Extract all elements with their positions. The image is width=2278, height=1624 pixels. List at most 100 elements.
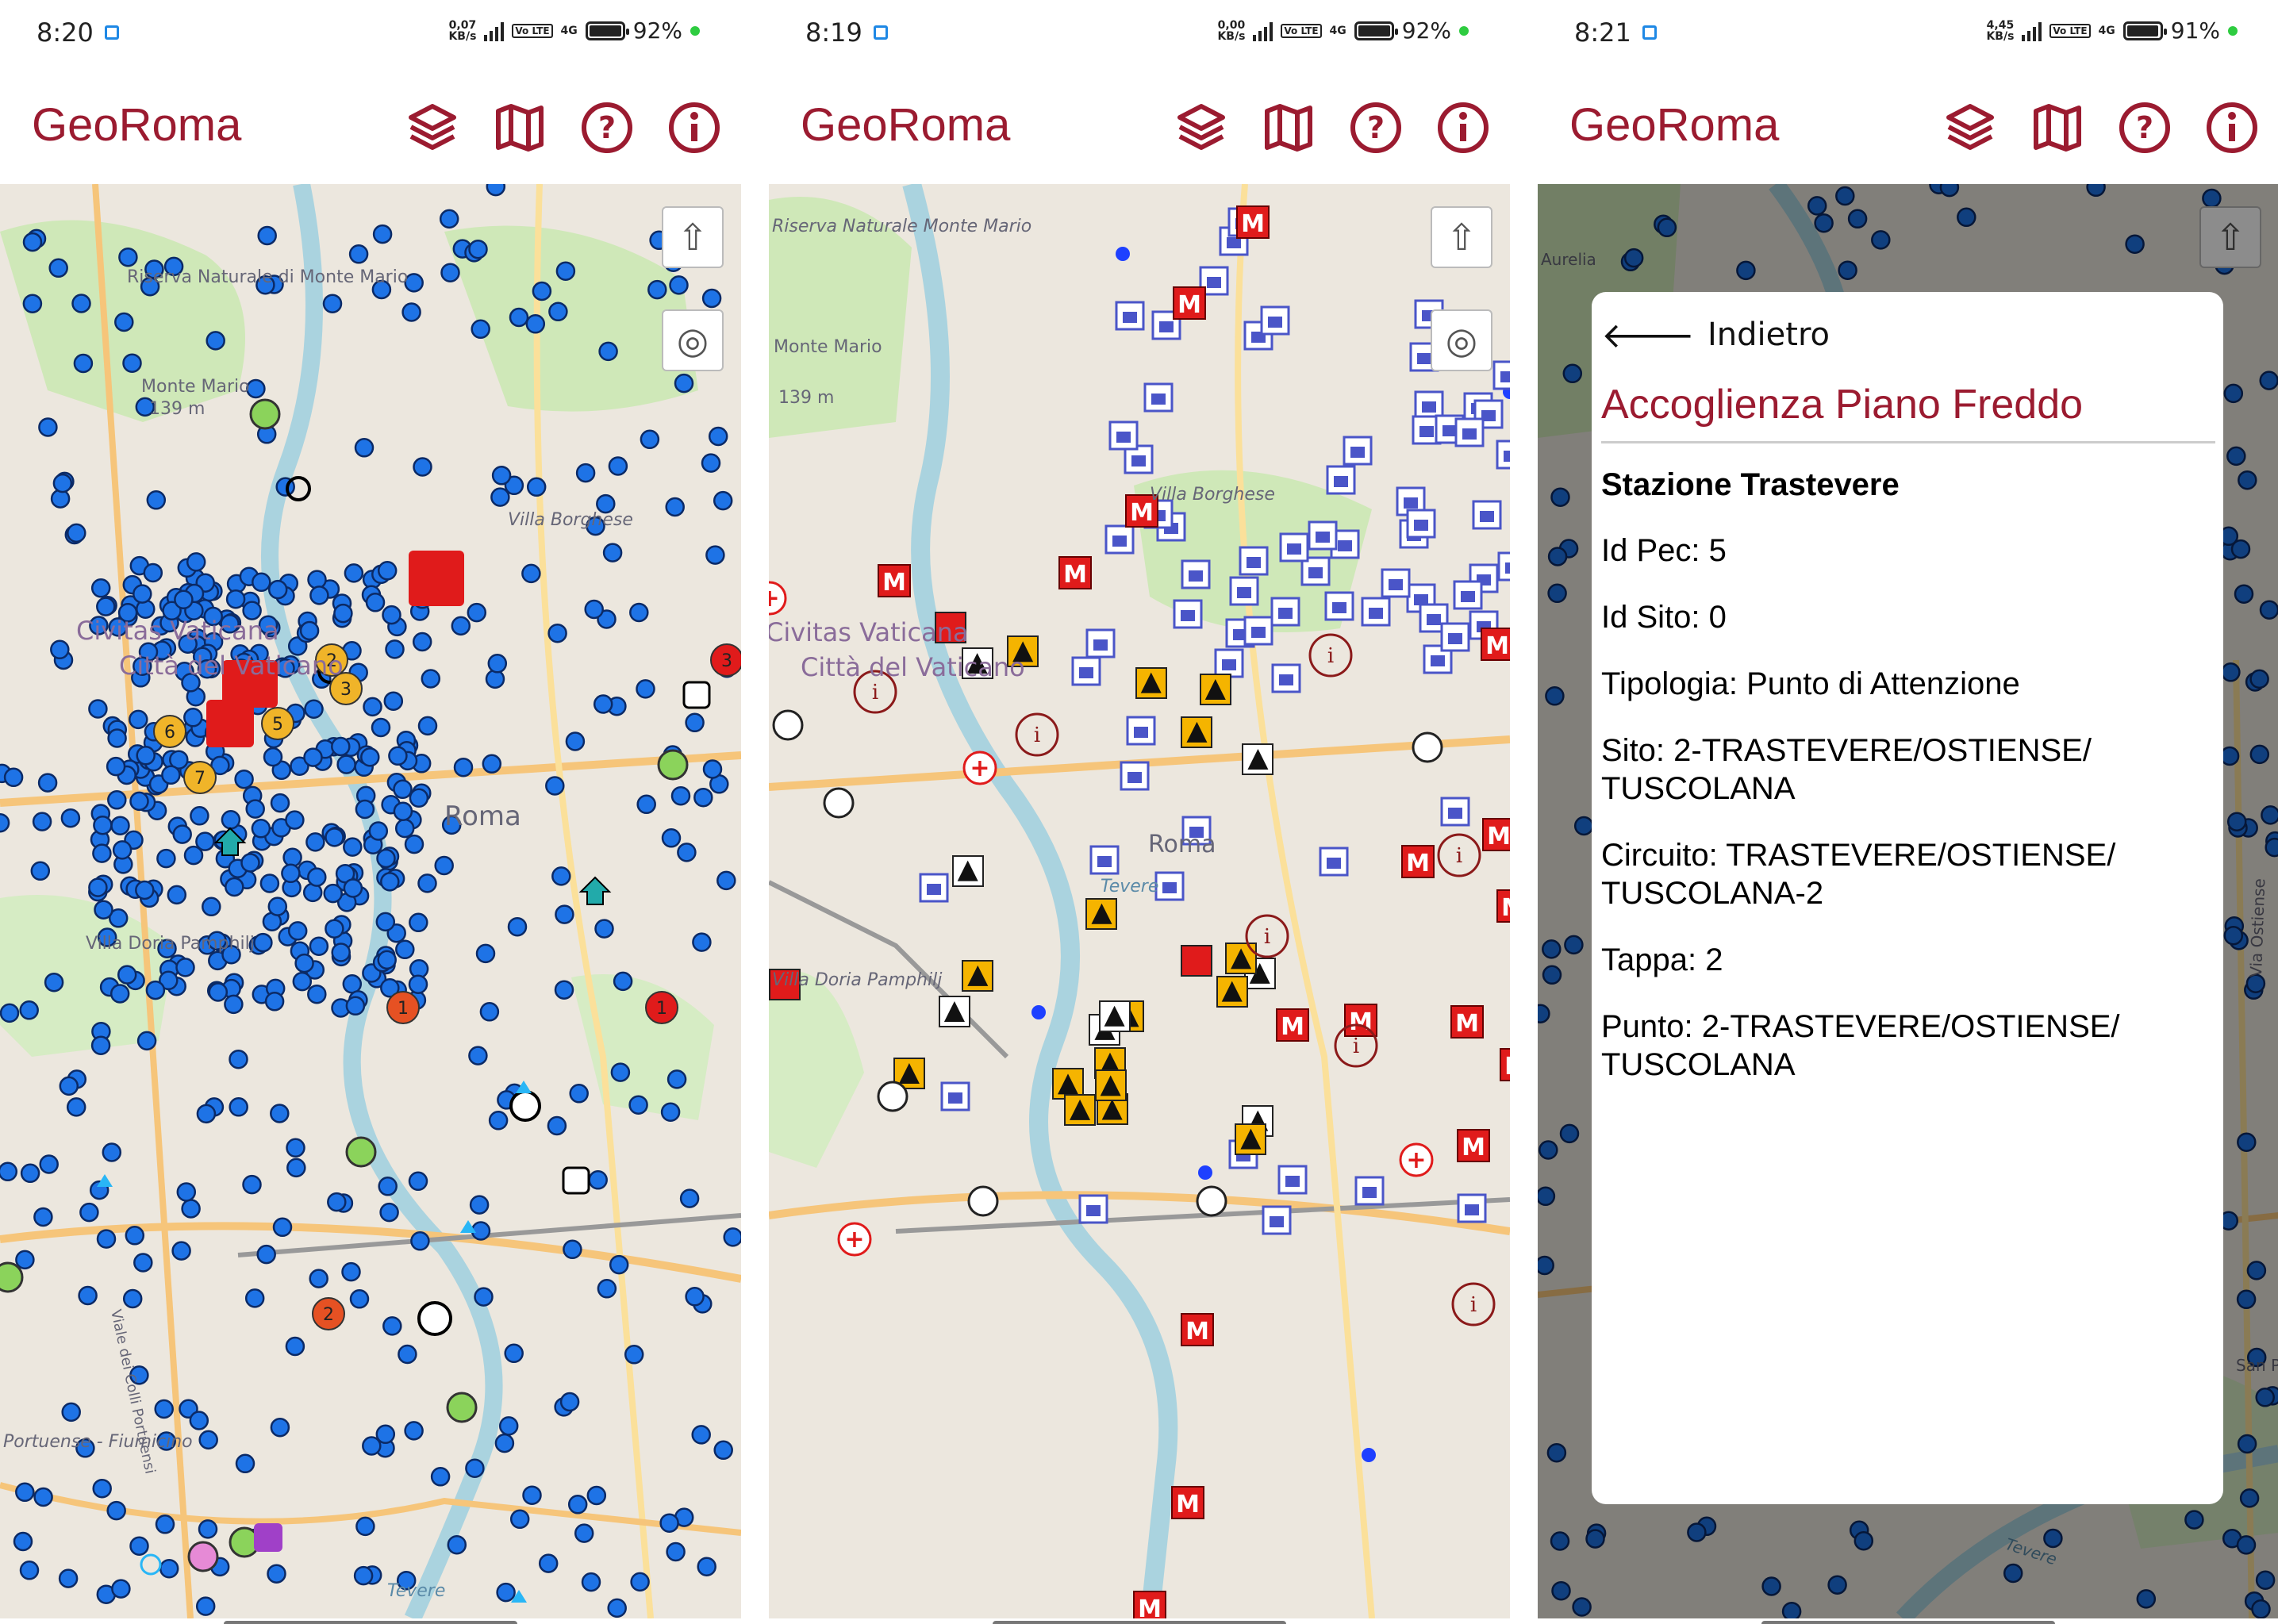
map-icon[interactable] [492, 100, 547, 155]
point-marker-icon[interactable] [202, 896, 221, 917]
point-marker-icon[interactable] [343, 878, 363, 898]
point-marker-icon[interactable] [234, 769, 254, 789]
point-marker-icon[interactable] [388, 746, 408, 766]
point-marker-icon[interactable] [111, 1579, 131, 1599]
point-marker-icon[interactable] [307, 570, 327, 589]
point-marker-icon[interactable] [343, 837, 363, 857]
point-marker-icon[interactable] [487, 654, 508, 674]
gesture-bar[interactable] [1761, 1621, 2055, 1624]
point-marker-icon[interactable] [613, 971, 633, 992]
point-marker-icon[interactable] [610, 1062, 631, 1082]
point-marker-icon[interactable] [368, 821, 389, 841]
point-marker-icon[interactable] [404, 1421, 424, 1441]
point-marker-icon[interactable] [713, 1440, 733, 1461]
point-marker-icon[interactable] [491, 466, 512, 486]
point-marker-icon[interactable] [685, 1287, 705, 1307]
point-marker-icon[interactable] [522, 1485, 542, 1505]
point-marker-icon[interactable] [371, 717, 391, 738]
point-marker-icon[interactable] [225, 589, 246, 609]
info-icon[interactable] [666, 100, 722, 155]
point-marker-icon[interactable] [628, 1095, 648, 1115]
point-marker-icon[interactable] [375, 912, 396, 932]
compass-button[interactable]: ⇧ [662, 206, 724, 268]
point-marker-icon[interactable] [256, 1244, 276, 1265]
point-marker-icon[interactable] [609, 1254, 629, 1275]
point-marker-icon[interactable] [286, 1138, 305, 1158]
map-icon[interactable] [1261, 100, 1316, 155]
point-marker-icon[interactable] [630, 1572, 650, 1592]
point-marker-icon[interactable] [509, 1509, 530, 1530]
point-marker-icon[interactable] [71, 294, 91, 313]
point-marker-icon[interactable] [287, 921, 308, 941]
point-marker-icon[interactable] [659, 1513, 679, 1533]
point-marker-icon[interactable] [608, 456, 628, 476]
point-marker-icon[interactable] [379, 1202, 399, 1223]
point-marker-icon[interactable] [309, 585, 329, 605]
point-marker-icon[interactable] [554, 980, 574, 1000]
point-marker-icon[interactable] [345, 996, 366, 1016]
poi-green-icon[interactable] [657, 749, 689, 781]
point-marker-icon[interactable] [229, 1097, 248, 1117]
point-marker-icon[interactable] [341, 1261, 361, 1282]
layers-icon[interactable] [1174, 100, 1229, 155]
my-location-button[interactable]: ◎ [1431, 309, 1492, 371]
point-marker-icon[interactable] [263, 747, 283, 767]
point-marker-icon[interactable] [106, 756, 126, 777]
point-marker-icon[interactable] [607, 1598, 627, 1618]
point-marker-icon[interactable] [244, 1288, 265, 1308]
point-marker-icon[interactable] [90, 1035, 111, 1055]
point-marker-icon[interactable] [574, 1523, 594, 1543]
point-marker-icon[interactable] [451, 616, 471, 636]
point-marker-icon[interactable] [190, 806, 209, 826]
point-marker-icon[interactable] [88, 699, 108, 719]
point-marker-icon[interactable] [198, 1519, 218, 1539]
point-marker-icon[interactable] [94, 900, 113, 919]
point-marker-icon[interactable] [660, 1102, 681, 1122]
point-marker-icon[interactable] [0, 812, 10, 833]
point-marker-icon[interactable] [363, 697, 382, 717]
point-marker-icon[interactable] [183, 708, 203, 728]
point-marker-icon[interactable] [716, 870, 736, 891]
point-marker-icon[interactable] [498, 1416, 519, 1436]
point-marker-icon[interactable] [383, 691, 404, 711]
point-marker-icon[interactable] [285, 1336, 305, 1357]
layers-icon[interactable] [1942, 100, 1998, 155]
back-button[interactable]: 🡐 Indietro [1601, 308, 2215, 362]
point-marker-icon[interactable] [584, 599, 604, 620]
point-marker-icon[interactable] [691, 1425, 711, 1445]
point-marker-icon[interactable] [270, 1417, 290, 1438]
point-marker-icon[interactable] [701, 288, 722, 309]
layers-icon[interactable] [405, 100, 460, 155]
point-marker-icon[interactable] [331, 736, 351, 757]
point-marker-icon[interactable] [333, 603, 353, 624]
point-marker-icon[interactable] [507, 916, 528, 937]
point-marker-icon[interactable] [129, 1536, 149, 1556]
train-station-marker-icon[interactable] [772, 709, 804, 741]
point-marker-icon[interactable] [469, 1195, 490, 1215]
point-marker-icon[interactable] [245, 799, 265, 819]
point-marker-icon[interactable] [22, 294, 43, 313]
bus-stop-icon[interactable] [682, 681, 711, 709]
point-marker-icon[interactable] [93, 815, 113, 835]
point-marker-icon[interactable] [307, 984, 327, 1004]
point-marker-icon[interactable] [521, 563, 541, 584]
point-marker-icon[interactable] [96, 597, 116, 616]
point-marker-icon[interactable] [382, 605, 401, 625]
point-marker-icon[interactable] [479, 1002, 500, 1022]
point-marker-icon[interactable] [133, 1253, 153, 1273]
point-marker-icon[interactable] [325, 919, 344, 939]
point-marker-icon[interactable] [674, 373, 694, 394]
point-marker-icon[interactable] [593, 694, 613, 714]
point-marker-icon[interactable] [327, 1192, 347, 1212]
point-marker-icon[interactable] [110, 816, 130, 835]
point-marker-icon[interactable] [412, 632, 432, 652]
point-marker-icon[interactable] [602, 543, 623, 562]
point-marker-icon[interactable] [490, 487, 510, 507]
point-marker-icon[interactable] [59, 1076, 79, 1096]
point-marker-icon[interactable] [174, 589, 194, 610]
point-marker-icon[interactable] [439, 209, 459, 229]
point-marker-icon[interactable] [509, 307, 529, 328]
point-marker-icon[interactable] [109, 984, 130, 1004]
point-marker-icon[interactable] [37, 773, 58, 793]
point-marker-icon[interactable] [569, 1084, 589, 1104]
